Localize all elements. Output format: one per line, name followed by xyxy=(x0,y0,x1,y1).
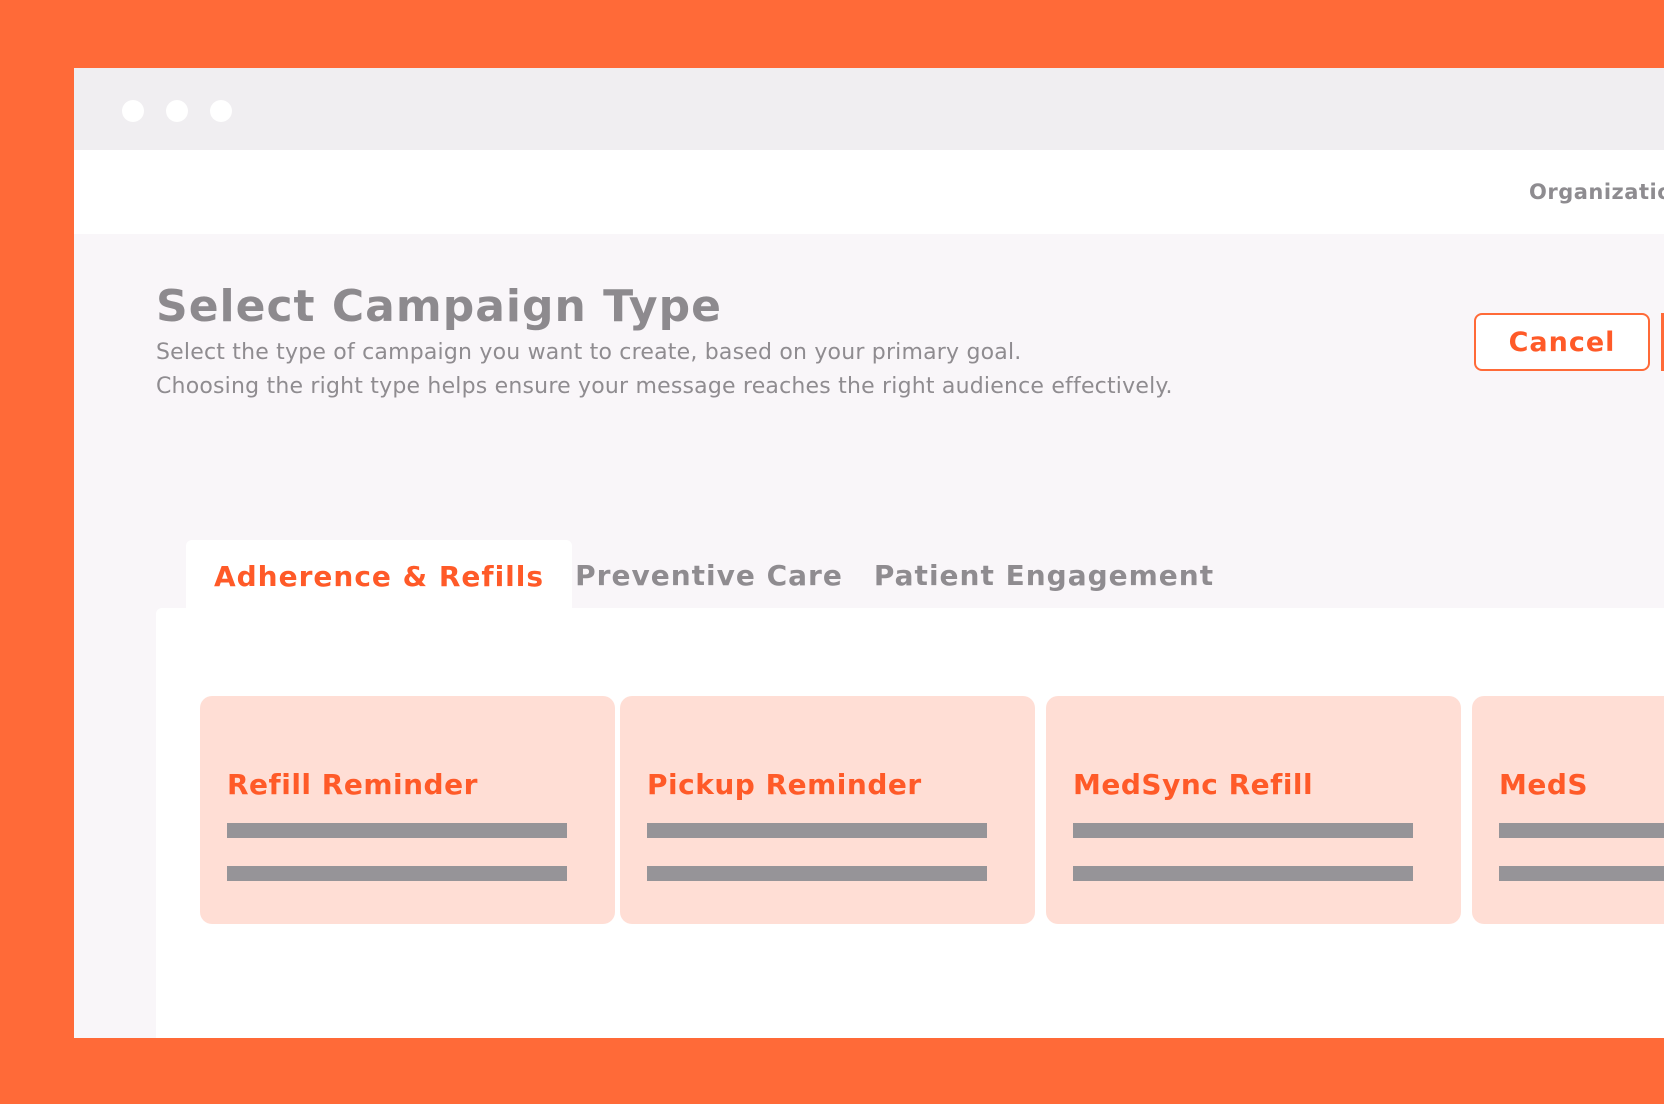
window-minimize-dot[interactable] xyxy=(166,100,188,122)
card-description-placeholder xyxy=(227,823,567,838)
card-description-placeholder xyxy=(1073,866,1413,881)
card-description-placeholder xyxy=(1499,823,1664,838)
campaign-card-refill-reminder[interactable]: Refill Reminder xyxy=(200,696,615,924)
tab-patient-engagement[interactable]: Patient Engagement xyxy=(874,540,1213,610)
card-description-placeholder xyxy=(1073,823,1413,838)
page-description-line-1: Select the type of campaign you want to … xyxy=(156,340,1022,365)
app-window: Organizatio Select Campaign Type Select … xyxy=(74,68,1664,1038)
cancel-button[interactable]: Cancel xyxy=(1474,313,1650,371)
campaign-card-medsync-refill[interactable]: MedSync Refill xyxy=(1046,696,1461,924)
card-title: Refill Reminder xyxy=(227,768,478,801)
card-description-placeholder xyxy=(647,823,987,838)
page-description-line-2: Choosing the right type helps ensure you… xyxy=(156,374,1173,399)
card-title: Pickup Reminder xyxy=(647,768,922,801)
tab-preventive-care[interactable]: Preventive Care xyxy=(575,540,842,610)
tab-adherence-refills[interactable]: Adherence & Refills xyxy=(186,540,572,612)
campaign-card-meds-partial[interactable]: MedS xyxy=(1472,696,1664,924)
card-description-placeholder xyxy=(1499,866,1664,881)
window-close-dot[interactable] xyxy=(122,100,144,122)
organization-label[interactable]: Organizatio xyxy=(1529,180,1664,204)
card-description-placeholder xyxy=(647,866,987,881)
page-title: Select Campaign Type xyxy=(156,281,722,332)
window-titlebar xyxy=(74,68,1664,150)
campaign-card-pickup-reminder[interactable]: Pickup Reminder xyxy=(620,696,1035,924)
card-title: MedSync Refill xyxy=(1073,768,1314,801)
top-navigation-bar xyxy=(74,150,1664,234)
card-description-placeholder xyxy=(227,866,567,881)
window-maximize-dot[interactable] xyxy=(210,100,232,122)
card-title: MedS xyxy=(1499,768,1589,801)
